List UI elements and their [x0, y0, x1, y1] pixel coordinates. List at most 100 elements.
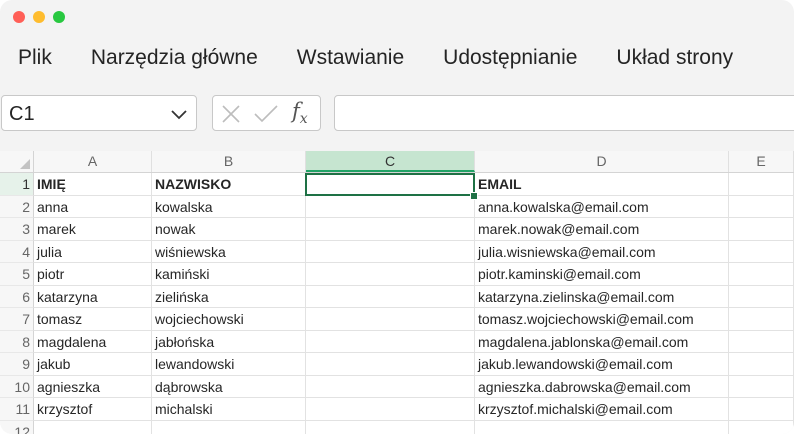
cell-e6[interactable] — [729, 285, 794, 308]
cell-b6[interactable]: zielińska — [152, 285, 306, 308]
cell-c11[interactable] — [306, 398, 475, 421]
name-box[interactable]: C1 — [1, 95, 197, 131]
column-header-b[interactable]: B — [152, 151, 306, 172]
formula-input[interactable] — [334, 95, 794, 131]
cell-b10[interactable]: dąbrowska — [152, 375, 306, 398]
row-header[interactable]: 1 — [0, 173, 34, 196]
cell-d11[interactable]: krzysztof.michalski@email.com — [475, 398, 729, 421]
table-row: 8 magdalena jabłońska magdalena.jablonska@e… — [0, 330, 794, 353]
cell-b5[interactable]: kamiński — [152, 263, 306, 286]
cell-c2[interactable] — [306, 195, 475, 218]
row-header[interactable]: 9 — [0, 353, 34, 376]
cell-e2[interactable] — [729, 195, 794, 218]
cell-b7[interactable]: wojciechowski — [152, 308, 306, 331]
cell-e3[interactable] — [729, 218, 794, 241]
row-header[interactable]: 4 — [0, 240, 34, 263]
menu-plik[interactable]: Plik — [18, 46, 52, 70]
cell-d4[interactable]: julia.wisniewska@email.com — [475, 240, 729, 263]
cell-d5[interactable]: piotr.kaminski@email.com — [475, 263, 729, 286]
cell-e10[interactable] — [729, 375, 794, 398]
cell-a12[interactable] — [34, 420, 152, 434]
cell-c10[interactable] — [306, 375, 475, 398]
cell-a8[interactable]: magdalena — [34, 330, 152, 353]
app-window: Plik Narzędzia główne Wstawianie Udostęp… — [0, 0, 794, 434]
row-header[interactable]: 6 — [0, 285, 34, 308]
close-window-button[interactable] — [13, 11, 25, 23]
cell-b11[interactable]: michalski — [152, 398, 306, 421]
row-header[interactable]: 7 — [0, 308, 34, 331]
cell-a1[interactable]: IMIĘ — [34, 173, 152, 196]
row-header[interactable]: 11 — [0, 398, 34, 421]
menu-uklad-strony[interactable]: Układ strony — [616, 46, 733, 70]
row-header[interactable]: 3 — [0, 218, 34, 241]
title-bar — [0, 0, 794, 34]
cell-c3[interactable] — [306, 218, 475, 241]
cell-d6[interactable]: katarzyna.zielinska@email.com — [475, 285, 729, 308]
cancel-icon[interactable] — [221, 104, 241, 129]
column-header-d[interactable]: D — [475, 151, 729, 172]
cell-a10[interactable]: agnieszka — [34, 375, 152, 398]
table-row: 6 katarzyna zielińska katarzyna.zielinska@e… — [0, 285, 794, 308]
cell-a9[interactable]: jakub — [34, 353, 152, 376]
cell-c4[interactable] — [306, 240, 475, 263]
menu-wstawianie[interactable]: Wstawianie — [297, 46, 404, 70]
cell-d7[interactable]: tomasz.wojciechowski@email.com — [475, 308, 729, 331]
cell-b4[interactable]: wiśniewska — [152, 240, 306, 263]
column-header-c[interactable]: C — [306, 151, 475, 172]
cell-c12[interactable] — [306, 420, 475, 434]
cell-a6[interactable]: katarzyna — [34, 285, 152, 308]
cell-a3[interactable]: marek — [34, 218, 152, 241]
cell-b8[interactable]: jabłońska — [152, 330, 306, 353]
cell-b3[interactable]: nowak — [152, 218, 306, 241]
cell-a2[interactable]: anna — [34, 195, 152, 218]
cell-c8[interactable] — [306, 330, 475, 353]
row-header[interactable]: 10 — [0, 375, 34, 398]
cell-c1[interactable] — [306, 173, 475, 196]
cell-d10[interactable]: agnieszka.dabrowska@email.com — [475, 375, 729, 398]
cell-d1[interactable]: EMAIL — [475, 173, 729, 196]
row-header[interactable]: 2 — [0, 195, 34, 218]
check-icon[interactable] — [253, 104, 279, 129]
cell-c6[interactable] — [306, 285, 475, 308]
cell-d2[interactable]: anna.kowalska@email.com — [475, 195, 729, 218]
cell-d3[interactable]: marek.nowak@email.com — [475, 218, 729, 241]
row-header[interactable]: 12 — [0, 420, 34, 434]
column-header-a[interactable]: A — [34, 151, 152, 172]
row-header[interactable]: 8 — [0, 330, 34, 353]
table-row: 3 marek nowak marek.nowak@email.com — [0, 218, 794, 241]
cell-e12[interactable] — [729, 420, 794, 434]
cell-e5[interactable] — [729, 263, 794, 286]
cell-e4[interactable] — [729, 240, 794, 263]
cell-d12[interactable] — [475, 420, 729, 434]
table-row: 5 piotr kamiński piotr.kaminski@email.com — [0, 263, 794, 286]
cell-e7[interactable] — [729, 308, 794, 331]
cell-e11[interactable] — [729, 398, 794, 421]
cell-e9[interactable] — [729, 353, 794, 376]
cell-b12[interactable] — [152, 420, 306, 434]
insert-function-icon[interactable]: fx — [292, 99, 308, 127]
cell-a7[interactable]: tomasz — [34, 308, 152, 331]
cell-a11[interactable]: krzysztof — [34, 398, 152, 421]
menu-udostepnianie[interactable]: Udostępnianie — [443, 46, 577, 70]
cell-d9[interactable]: jakub.lewandowski@email.com — [475, 353, 729, 376]
select-all-corner[interactable] — [0, 151, 34, 172]
minimize-window-button[interactable] — [33, 11, 45, 23]
fill-handle[interactable] — [470, 192, 478, 200]
cell-d8[interactable]: magdalena.jablonska@email.com — [475, 330, 729, 353]
maximize-window-button[interactable] — [53, 11, 65, 23]
menu-narzedzia-glowne[interactable]: Narzędzia główne — [91, 46, 258, 70]
cell-a4[interactable]: julia — [34, 240, 152, 263]
cell-e1[interactable] — [729, 173, 794, 196]
cell-b9[interactable]: lewandowski — [152, 353, 306, 376]
cell-b2[interactable]: kowalska — [152, 195, 306, 218]
row-header[interactable]: 5 — [0, 263, 34, 286]
cell-b1[interactable]: NAZWISKO — [152, 173, 306, 196]
cell-e8[interactable] — [729, 330, 794, 353]
cell-c9[interactable] — [306, 353, 475, 376]
chevron-down-icon[interactable] — [170, 107, 188, 125]
table-row: 4 julia wiśniewska julia.wisniewska@email.c… — [0, 240, 794, 263]
cell-a5[interactable]: piotr — [34, 263, 152, 286]
column-header-e[interactable]: E — [729, 151, 794, 172]
cell-c7[interactable] — [306, 308, 475, 331]
cell-c5[interactable] — [306, 263, 475, 286]
